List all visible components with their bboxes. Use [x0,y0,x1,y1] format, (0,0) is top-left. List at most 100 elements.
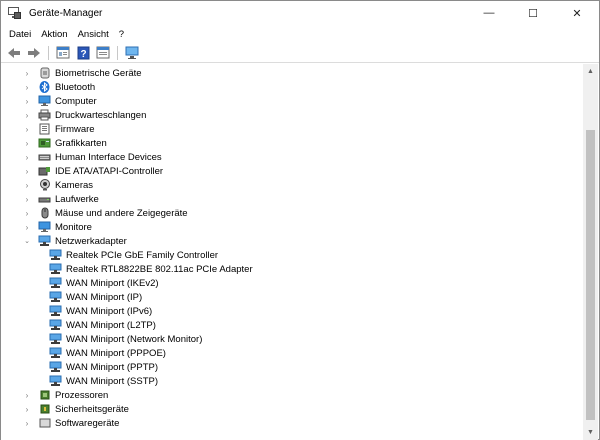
forward-icon [28,47,40,58]
network-adapter-icon [49,263,62,275]
scroll-up-icon[interactable]: ▲ [583,64,598,79]
tree-item-kameras[interactable]: › Kameras [23,178,93,192]
network-icon [38,235,51,247]
expand-chevron-icon[interactable]: › [23,195,31,204]
forward-button[interactable] [25,45,43,61]
collapse-chevron-icon[interactable]: ⌄ [23,237,31,245]
expand-chevron-icon[interactable]: › [23,97,31,106]
minimize-icon: — [483,7,495,19]
tree-item-label: IDE ATA/ATAPI-Controller [55,165,164,177]
expand-chevron-icon[interactable]: › [23,125,31,134]
expand-chevron-icon[interactable]: › [23,419,31,428]
scroll-thumb[interactable] [586,130,595,420]
tree-child-item[interactable]: WAN Miniport (L2TP) [49,318,156,332]
vertical-scrollbar[interactable]: ▲ ▼ [583,64,598,440]
expand-chevron-icon[interactable]: › [23,83,31,92]
toolbar: ? [1,43,599,63]
tree-child-item[interactable]: Realtek PCIe GbE Family Controller [49,248,218,262]
network-adapter-icon [49,375,62,387]
drive-icon [38,193,51,205]
tree-child-item[interactable]: WAN Miniport (SSTP) [49,374,158,388]
tree-item-label: Kameras [55,179,94,191]
monitor-icon [38,221,51,233]
tree-item-software[interactable]: › Softwaregeräte [23,416,120,430]
tree-item-label: Sicherheitsgeräte [55,403,129,415]
expand-chevron-icon[interactable]: › [23,181,31,190]
close-button[interactable]: ✕ [555,1,599,25]
window-title: Geräte-Manager [29,7,103,19]
computer-icon [38,95,51,107]
properties-icon [56,46,70,59]
network-adapter-icon [49,347,62,359]
menu-aktion[interactable]: Aktion [36,29,72,40]
menu-help[interactable]: ? [114,29,129,40]
menu-datei[interactable]: Datei [4,29,36,40]
tree-item-druck[interactable]: › Druckwarteschlangen [23,108,146,122]
tree-child-item[interactable]: WAN Miniport (PPTP) [49,360,158,374]
help-button[interactable]: ? [74,45,92,61]
expand-chevron-icon[interactable]: › [23,139,31,148]
monitor-icon [125,46,138,59]
tree-item-laufwerke[interactable]: › Laufwerke [23,192,99,206]
hid-icon [38,151,51,163]
tree-child-label: WAN Miniport (IKEv2) [66,277,159,289]
mouse-icon [38,207,51,219]
expand-chevron-icon[interactable]: › [23,405,31,414]
tree-item-biometrie[interactable]: › Biometrische Geräte [23,66,142,80]
tree-child-item[interactable]: WAN Miniport (Network Monitor) [49,332,202,346]
device-manager-window: Geräte-Manager — ☐ ✕ Datei Aktion Ansich… [0,0,600,440]
tree-child-label: WAN Miniport (IP) [66,291,143,303]
expand-chevron-icon[interactable]: › [23,111,31,120]
tree-item-sicherheit[interactable]: › Sicherheitsgeräte [23,402,129,416]
network-adapter-icon [49,277,62,289]
minimize-button[interactable]: — [467,1,511,25]
menu-ansicht[interactable]: Ansicht [73,29,114,40]
tree-item-maeuse[interactable]: › Mäuse und andere Zeigegeräte [23,206,188,220]
tree-item-label: Firmware [55,123,95,135]
device-tree: › Biometrische Geräte › Bluetooth › Comp… [1,64,584,440]
tree-item-firmware[interactable]: › Firmware [23,122,95,136]
tree-item-label: Bluetooth [55,81,96,93]
tree-item-bluetooth[interactable]: › Bluetooth [23,80,95,94]
title-bar: Geräte-Manager — ☐ ✕ [1,1,599,25]
tree-item-computer[interactable]: › Computer [23,94,97,108]
tree-item-label: Druckwarteschlangen [55,109,147,121]
network-adapter-icon [49,333,62,345]
tree-child-label: WAN Miniport (L2TP) [66,319,156,331]
tree-item-netzwerkadapter[interactable]: ⌄ Netzwerkadapter [23,234,127,248]
firmware-icon [38,123,51,135]
expand-chevron-icon[interactable]: › [23,209,31,218]
network-adapter-icon [49,305,62,317]
tree-child-item[interactable]: WAN Miniport (IP) [49,290,142,304]
tree-child-item[interactable]: WAN Miniport (PPPOE) [49,346,166,360]
scan-hardware-button[interactable] [123,45,141,61]
expand-chevron-icon[interactable]: › [23,223,31,232]
processor-icon [38,389,51,401]
tree-item-grafik[interactable]: › Grafikkarten [23,136,107,150]
tree-item-hid[interactable]: › Human Interface Devices [23,150,162,164]
tree-child-label: WAN Miniport (PPPOE) [66,347,166,359]
tree-child-item[interactable]: WAN Miniport (IKEv2) [49,276,159,290]
network-adapter-icon [49,361,62,373]
expand-chevron-icon[interactable]: › [23,69,31,78]
view-button[interactable] [94,45,112,61]
network-adapter-icon [49,291,62,303]
network-adapter-icon [49,249,62,261]
tree-item-label: Netzwerkadapter [55,235,127,247]
tree-item-ide[interactable]: › IDE ATA/ATAPI-Controller [23,164,163,178]
scroll-down-icon[interactable]: ▼ [583,425,598,440]
expand-chevron-icon[interactable]: › [23,167,31,176]
camera-icon [38,179,51,191]
tree-child-label: Realtek PCIe GbE Family Controller [66,249,219,261]
tree-item-prozessoren[interactable]: › Prozessoren [23,388,109,402]
maximize-button[interactable]: ☐ [511,1,555,25]
expand-chevron-icon[interactable]: › [23,391,31,400]
tree-child-item[interactable]: WAN Miniport (IPv6) [49,304,152,318]
expand-chevron-icon[interactable]: › [23,153,31,162]
bluetooth-icon [38,81,51,93]
network-adapter-icon [49,319,62,331]
tree-item-monitore[interactable]: › Monitore [23,220,92,234]
properties-button[interactable] [54,45,72,61]
back-button[interactable] [5,45,23,61]
tree-child-item[interactable]: Realtek RTL8822BE 802.11ac PCIe Adapter [49,262,253,276]
